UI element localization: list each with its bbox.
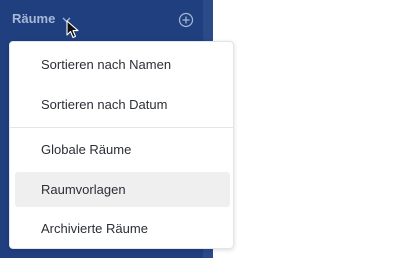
menu-divider [10, 127, 233, 128]
menu-item-label: Sortieren nach Datum [41, 97, 168, 112]
rooms-dropdown-toggle[interactable]: Räume [12, 11, 71, 26]
menu-item-sort-by-name[interactable]: Sortieren nach Namen [15, 47, 230, 82]
plus-circle-icon [178, 12, 194, 28]
menu-item-archived-rooms[interactable]: Archivierte Räume [15, 211, 230, 246]
mouse-pointer-icon [66, 20, 79, 39]
rooms-title: Räume [12, 11, 56, 26]
menu-item-global-rooms[interactable]: Globale Räume [15, 132, 230, 167]
menu-item-label: Globale Räume [41, 142, 132, 157]
menu-item-sort-by-date[interactable]: Sortieren nach Datum [15, 87, 230, 122]
add-room-button[interactable] [178, 12, 194, 28]
menu-item-room-templates[interactable]: Raumvorlagen [15, 172, 230, 207]
menu-item-label: Archivierte Räume [41, 221, 148, 236]
rooms-dropdown-menu: Sortieren nach Namen Sortieren nach Datu… [9, 41, 234, 249]
app-stage: Räume Sortieren nach Namen Sortieren nac… [0, 0, 400, 258]
menu-item-label: Raumvorlagen [41, 182, 126, 197]
menu-item-label: Sortieren nach Namen [41, 57, 172, 72]
